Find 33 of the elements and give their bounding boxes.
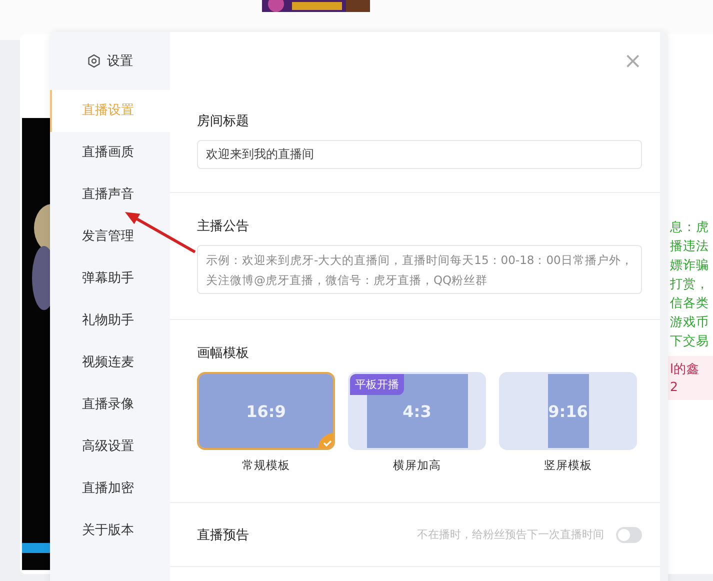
- sidebar-item[interactable]: 关于版本: [50, 510, 170, 552]
- notice-text: 播违法: [670, 237, 710, 255]
- notice-text: 打赏，: [670, 275, 710, 293]
- notice-text: 游戏币: [670, 313, 710, 331]
- notice-text: 嫖诈骗: [670, 256, 710, 274]
- section-title: 直播预告: [197, 526, 249, 544]
- text-area[interactable]: 示例：欢迎来到虎牙-大大的直播间，直播时间每天15：00-18：00日常播户外，关注微博@虎牙直播，微信号：虎牙直播，QQ粉丝群: [197, 245, 642, 294]
- notice-text: 信各类: [670, 294, 710, 312]
- section-title: 主播公告: [197, 218, 250, 235]
- sidebar-item[interactable]: 直播加密: [50, 468, 170, 510]
- sidebar-item[interactable]: 视频连麦: [50, 342, 170, 384]
- template-card[interactable]: 4:3 平板开播: [348, 372, 486, 450]
- sidebar-item[interactable]: 礼物助手: [50, 300, 170, 342]
- sidebar-item[interactable]: 直播画质: [50, 132, 170, 174]
- badge: 平板开播: [350, 374, 404, 395]
- hint-text: 不在播时，给粉丝预告下一次直播时间: [416, 527, 604, 542]
- sidebar-item[interactable]: 直播录像: [50, 384, 170, 426]
- input-field[interactable]: 欢迎来到我的直播间: [197, 140, 642, 169]
- settings-icon: [87, 54, 101, 68]
- template-name: 横屏加高: [393, 458, 441, 473]
- template-name: 竖屏模板: [544, 458, 592, 473]
- toggle-switch[interactable]: [616, 526, 642, 542]
- notice-text: 下交易: [670, 332, 710, 350]
- section-title: 房间标题: [197, 113, 250, 130]
- sidebar-item[interactable]: 高级设置: [50, 426, 170, 468]
- section-title: 画幅模板: [197, 345, 250, 362]
- check-icon: [318, 433, 333, 448]
- sidebar-item[interactable]: 发言管理: [50, 216, 170, 258]
- template-name: 常规模板: [242, 458, 290, 473]
- sidebar-item[interactable]: 弹幕助手: [50, 258, 170, 300]
- dialog-title: 设置: [107, 53, 133, 70]
- notice-text: 息：虎: [670, 218, 710, 236]
- sidebar-item[interactable]: 直播声音: [50, 174, 170, 216]
